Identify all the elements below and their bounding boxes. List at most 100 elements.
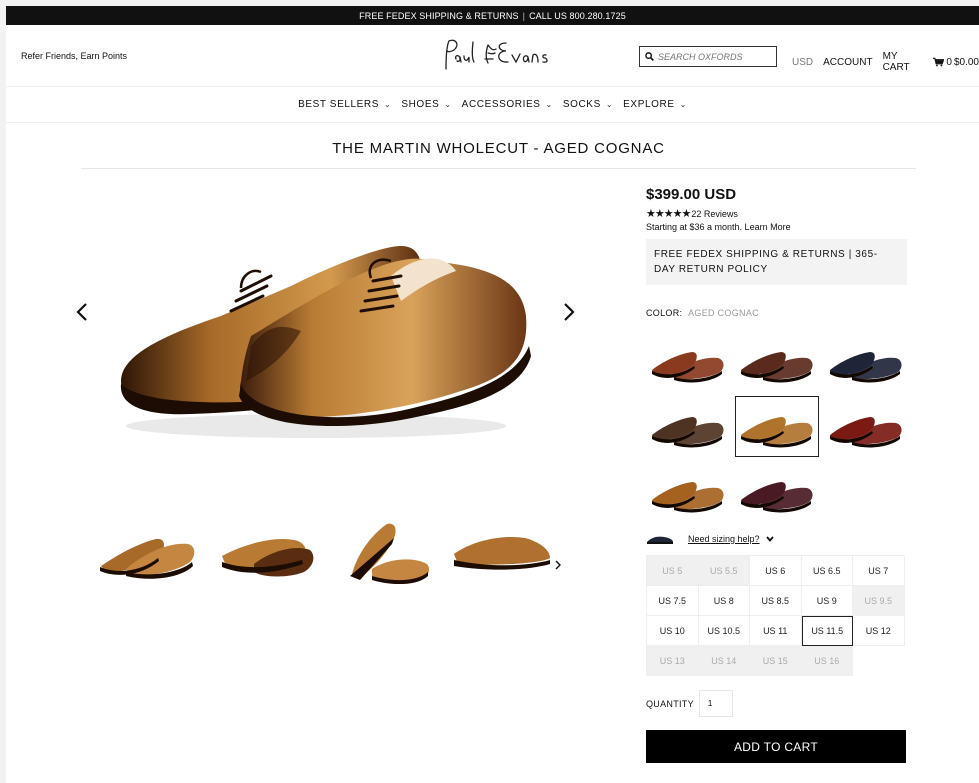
size-option[interactable]: US 14	[698, 646, 750, 676]
star-rating-icon: ★★★★★	[646, 208, 691, 220]
chevron-down-icon: ⌄	[444, 100, 452, 109]
color-swatch[interactable]	[646, 396, 730, 457]
main-product-image[interactable]	[101, 206, 531, 461]
swatch-shoe-image	[741, 481, 813, 512]
prev-image-arrow[interactable]	[76, 302, 88, 328]
page: FREE FEDEX SHIPPING & RETURNS | CALL US …	[6, 6, 979, 783]
size-option[interactable]: US 10.5	[698, 616, 750, 646]
search-box[interactable]	[639, 46, 777, 67]
add-to-cart-button[interactable]: ADD TO CART	[646, 730, 906, 763]
header-actions: USD ACCOUNT MY CART 0 $0.00	[792, 51, 979, 73]
thumbnail-2[interactable]	[214, 514, 316, 584]
color-swatch[interactable]	[735, 331, 819, 392]
thumbnail-1[interactable]	[96, 514, 198, 584]
nav-label: ACCESSORIES	[461, 99, 541, 110]
chevron-down-icon: ⌄	[384, 100, 392, 109]
search-input[interactable]	[658, 51, 768, 62]
color-value: AGED COGNAC	[688, 308, 759, 318]
rating-row[interactable]: ★★★★★ 22 Reviews	[646, 207, 911, 220]
nav-label: EXPLORE	[623, 99, 675, 110]
paul-evans-logo[interactable]	[436, 33, 556, 79]
color-swatch[interactable]	[646, 331, 730, 392]
color-swatch[interactable]	[735, 396, 819, 457]
financing-text[interactable]: Starting at $36 a month. Learn More	[646, 222, 911, 232]
cart-total: $0.00	[953, 56, 979, 68]
cart-icon	[933, 57, 945, 67]
nav-label: SOCKS	[562, 99, 601, 110]
announcement-shipping[interactable]: FREE FEDEX SHIPPING & RETURNS	[359, 11, 518, 21]
color-row: COLOR: AGED COGNAC	[646, 308, 911, 318]
size-option[interactable]: US 16	[801, 646, 853, 676]
nav-socks[interactable]: SOCKS ⌄	[563, 99, 613, 110]
swatch-shoe-image	[830, 416, 902, 447]
thumbnail-strip	[96, 514, 552, 584]
size-grid-empty-cell	[853, 646, 905, 676]
size-grid: US 5 US 5.5 US 6 US 6.5 US 7 US 7.5 US 8 US 8.5…	[646, 555, 905, 676]
thumbnail-next-arrow[interactable]	[555, 559, 561, 573]
thumbnail-3[interactable]	[332, 514, 434, 584]
announcement-separator: |	[522, 10, 526, 21]
color-swatch[interactable]	[646, 461, 730, 522]
size-option[interactable]: US 6	[750, 556, 802, 586]
color-swatch[interactable]	[824, 331, 908, 392]
site-header: Refer Friends, Earn Points USD ACCOUNT	[6, 25, 979, 87]
color-label: COLOR:	[646, 308, 683, 318]
nav-explore[interactable]: EXPLORE ⌄	[623, 99, 687, 110]
size-option[interactable]: US 11.5	[801, 616, 853, 646]
size-option[interactable]: US 7	[853, 556, 905, 586]
nav-label: SHOES	[401, 99, 440, 110]
cart-summary[interactable]: 0 $0.00	[933, 57, 979, 68]
size-option[interactable]: US 11	[750, 616, 802, 646]
product-title: THE MARTIN WHOLECUT - AGED COGNAC	[81, 131, 916, 169]
account-link[interactable]: ACCOUNT	[823, 57, 872, 68]
size-option[interactable]: US 13	[647, 646, 699, 676]
chevron-down-icon	[765, 536, 774, 542]
sizing-help-row[interactable]: Need sizing help?	[646, 533, 911, 545]
product-price: $399.00 USD	[646, 186, 737, 203]
size-option[interactable]: US 7.5	[647, 586, 699, 616]
size-option[interactable]: US 12	[853, 616, 905, 646]
refer-friends-link[interactable]: Refer Friends, Earn Points	[21, 51, 127, 61]
size-option[interactable]: US 8.5	[750, 586, 802, 616]
size-option[interactable]: US 9.5	[853, 586, 905, 616]
my-cart-link[interactable]: MY CART	[883, 51, 924, 73]
size-option[interactable]: US 5	[647, 556, 699, 586]
main-nav: BEST SELLERS ⌄ SHOES ⌄ ACCESSORIES ⌄ SOCKS ⌄…	[6, 87, 979, 123]
chevron-down-icon: ⌄	[545, 100, 553, 109]
size-option[interactable]: US 6.5	[801, 556, 853, 586]
nav-shoes[interactable]: SHOES ⌄	[401, 99, 451, 110]
size-option[interactable]: US 10	[647, 616, 699, 646]
swatch-shoe-image	[830, 351, 902, 382]
size-option[interactable]: US 8	[698, 586, 750, 616]
announcement-phone[interactable]: CALL US 800.280.1725	[529, 11, 626, 21]
swatch-shoe-image	[652, 351, 724, 382]
size-option[interactable]: US 15	[750, 646, 802, 676]
chevron-left-icon	[76, 303, 87, 321]
nav-best-sellers[interactable]: BEST SELLERS ⌄	[298, 99, 391, 110]
chevron-down-icon: ⌄	[679, 100, 687, 109]
product-details: $399.00 USD ★★★★★ 22 Reviews Starting at…	[646, 176, 911, 763]
review-count[interactable]: 22 Reviews	[691, 209, 738, 219]
quantity-input[interactable]	[698, 690, 733, 717]
sizing-help-link[interactable]: Need sizing help?	[688, 534, 760, 544]
quantity-label: QUANTITY	[646, 698, 694, 709]
search-icon	[645, 52, 654, 61]
chevron-down-icon: ⌄	[605, 100, 614, 109]
color-swatch[interactable]	[824, 396, 908, 457]
next-image-arrow[interactable]	[563, 302, 575, 328]
swatch-shoe-image	[652, 481, 724, 512]
size-option[interactable]: US 5.5	[698, 556, 750, 586]
color-swatch[interactable]	[735, 461, 819, 522]
swatch-shoe-image	[741, 351, 813, 382]
currency-selector[interactable]: USD	[792, 57, 813, 68]
shipping-policy-box: FREE FEDEX SHIPPING & RETURNS | 365-DAY …	[646, 239, 907, 285]
thumbnail-4[interactable]	[450, 514, 552, 584]
nav-accessories[interactable]: ACCESSORIES ⌄	[462, 99, 553, 110]
shoe-icon	[647, 536, 673, 544]
chevron-right-icon	[555, 560, 561, 570]
quantity-row: QUANTITY	[646, 690, 911, 717]
chevron-right-icon	[564, 303, 575, 321]
size-option[interactable]: US 9	[801, 586, 853, 616]
announcement-bar: FREE FEDEX SHIPPING & RETURNS | CALL US …	[6, 6, 979, 25]
nav-label: BEST SELLERS	[298, 99, 380, 110]
